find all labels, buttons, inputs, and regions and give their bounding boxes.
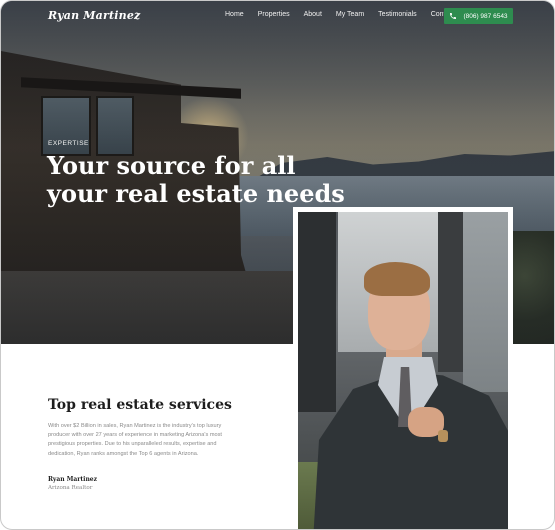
nav-link-about[interactable]: About <box>304 11 322 18</box>
nav-link-home[interactable]: Home <box>225 11 244 18</box>
portrait-watch <box>438 430 448 442</box>
agent-portrait <box>298 212 508 529</box>
nav-link-properties[interactable]: Properties <box>258 11 290 18</box>
phone-number: (806) 987 6543 <box>463 12 508 20</box>
portrait-bg-shadow <box>298 212 336 412</box>
hero-headline: Your source for all your real estate nee… <box>47 151 345 208</box>
portrait-bg-right <box>463 212 508 392</box>
nav-link-testimonials[interactable]: Testimonials <box>378 11 417 18</box>
services-description: With over $2 Billion in sales, Ryan Mart… <box>48 423 222 457</box>
page-frame: EXPERTISE Your source for all your real … <box>0 0 555 530</box>
portrait-bg-column <box>438 212 463 372</box>
portrait-hair <box>364 262 430 296</box>
services-title: Top real estate services <box>48 397 232 413</box>
nav-link-my-team[interactable]: My Team <box>336 11 364 18</box>
phone-icon <box>449 12 457 20</box>
signature-name: Ryan Martinez <box>48 476 98 483</box>
hero-kicker: EXPERTISE <box>48 140 89 147</box>
signature-role: Arizona Realtor <box>48 485 93 491</box>
site-logo[interactable]: Ryan Martinez <box>48 9 141 22</box>
main-menu: Home Properties About My Team Testimonia… <box>225 11 469 18</box>
phone-button[interactable]: (806) 987 6543 <box>444 8 513 24</box>
top-nav: Ryan Martinez Home Properties About My T… <box>1 1 554 31</box>
